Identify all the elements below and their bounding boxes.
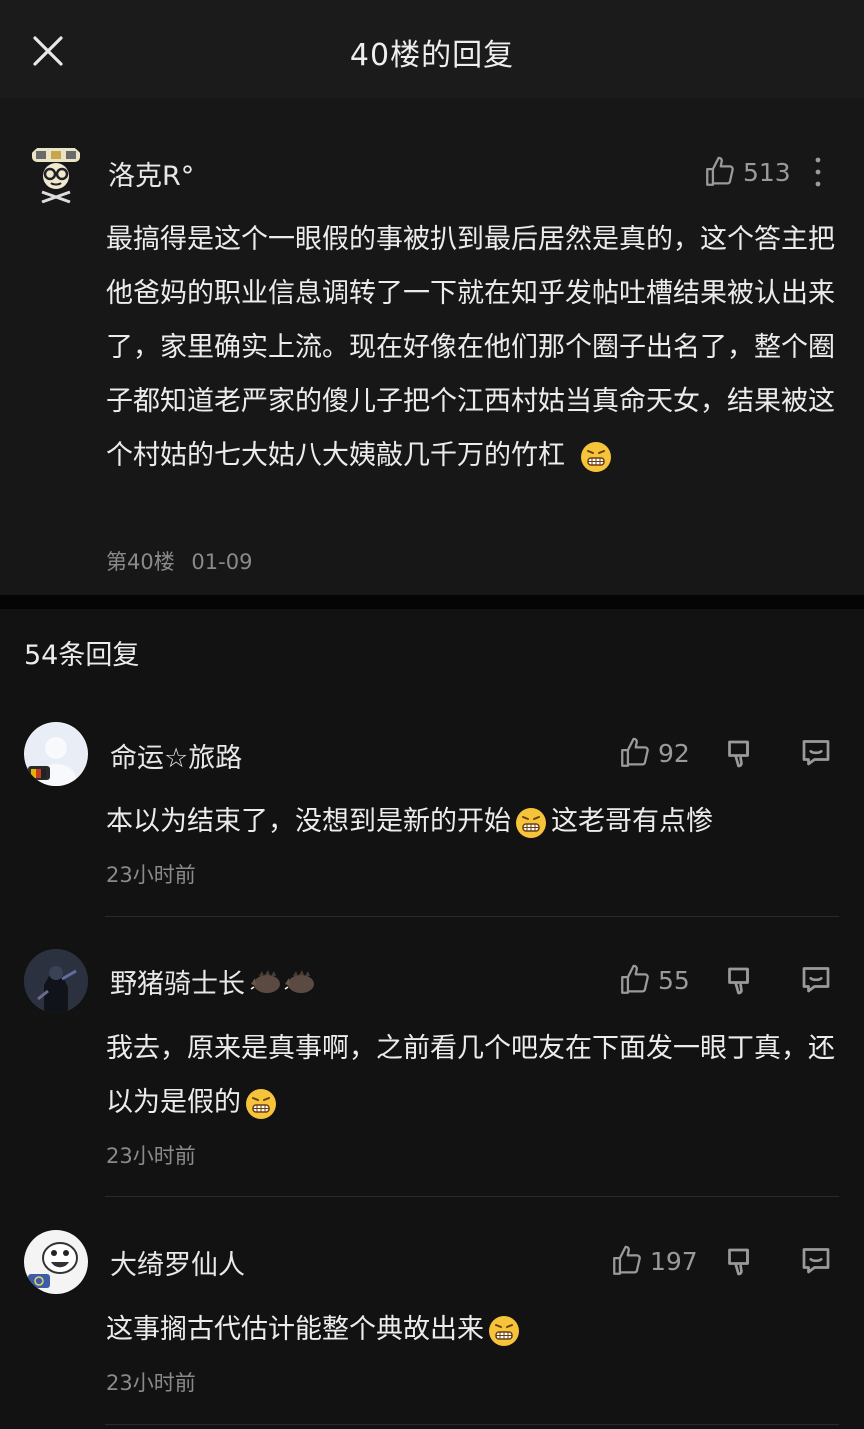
like-count: 513 (743, 157, 791, 187)
divider (105, 1424, 839, 1425)
grimacing-emoji-icon (580, 441, 612, 473)
floor-number: 第40楼 (106, 550, 175, 574)
reply-text: 我去，原来是真事啊，之前看几个吧友在下面发一眼丁真，还以为是假的 (106, 1033, 835, 1118)
like-count: 55 (658, 965, 690, 995)
thumbs-down-icon[interactable] (722, 963, 758, 999)
boar-icon (250, 969, 280, 993)
thumbs-down-icon[interactable] (722, 736, 758, 772)
reply-time: 23小时前 (106, 1144, 196, 1168)
replies-section: 54条回复 命运☆旅路 92 本以为结束了，没想到是新的开始 这老哥有点惨 23小… (0, 609, 864, 1429)
reply-count: 54条回复 (24, 640, 140, 671)
username[interactable]: 野猪骑士长 (110, 962, 317, 1001)
grimacing-emoji-icon (245, 1088, 277, 1120)
reply-body: 本以为结束了，没想到是新的开始 这老哥有点惨 (106, 795, 841, 849)
thumbs-up-icon (610, 1244, 644, 1278)
thumbs-up-icon (618, 736, 652, 770)
reply-time: 23小时前 (106, 1371, 196, 1395)
comment-icon[interactable] (798, 1242, 834, 1278)
reply-text: 这老哥有点惨 (551, 806, 713, 837)
like-button[interactable]: 92 (618, 733, 690, 773)
thumbs-up-icon (703, 155, 737, 189)
thumbs-up-icon (618, 963, 652, 997)
reply-body: 这事搁古代估计能整个典故出来 (106, 1303, 841, 1357)
boar-icon (284, 969, 314, 993)
post-meta: 第40楼 01-09 (106, 546, 252, 576)
comment-icon[interactable] (798, 961, 834, 997)
reply-text: 本以为结束了，没想到是新的开始 (106, 806, 511, 837)
reply-time: 23小时前 (106, 863, 196, 887)
like-count: 92 (658, 738, 690, 768)
username[interactable]: 大绮罗仙人 (110, 1243, 245, 1282)
page-title: 40楼的回复 (349, 38, 515, 73)
post-text: 最搞得是这个一眼假的事被扒到最后居然是真的，这个答主把他爸妈的职业信息调转了一下… (106, 224, 835, 471)
divider (105, 1196, 839, 1197)
username[interactable]: 洛克R° (108, 154, 194, 193)
reply-body: 我去，原来是真事啊，之前看几个吧友在下面发一眼丁真，还以为是假的 (106, 1022, 841, 1130)
thumbs-down-icon[interactable] (722, 1244, 758, 1280)
avatar[interactable] (24, 1230, 88, 1294)
like-button[interactable]: 197 (610, 1241, 698, 1281)
avatar[interactable] (24, 949, 88, 1013)
username[interactable]: 命运☆旅路 (110, 736, 242, 775)
grimacing-emoji-icon (515, 807, 547, 839)
avatar[interactable] (24, 142, 88, 206)
username-text: 野猪骑士长 (110, 969, 245, 1000)
like-count: 197 (650, 1246, 698, 1276)
top-bar: 40楼的回复 (0, 0, 864, 99)
post-body: 最搞得是这个一眼假的事被扒到最后居然是真的，这个答主把他爸妈的职业信息调转了一下… (106, 213, 841, 483)
section-separator (0, 595, 864, 609)
main-post: 洛克R° 513 最搞得是这个一眼假的事被扒到最后居然是真的，这个答主把他爸妈的… (0, 98, 864, 595)
like-button[interactable]: 513 (703, 152, 791, 192)
like-button[interactable]: 55 (618, 960, 690, 1000)
comment-icon[interactable] (798, 734, 834, 770)
post-date: 01-09 (191, 550, 253, 574)
grimacing-emoji-icon (488, 1315, 520, 1347)
divider (105, 916, 839, 917)
avatar[interactable] (24, 722, 88, 786)
reply-text: 这事搁古代估计能整个典故出来 (106, 1314, 484, 1345)
more-vertical-icon[interactable] (800, 154, 836, 190)
